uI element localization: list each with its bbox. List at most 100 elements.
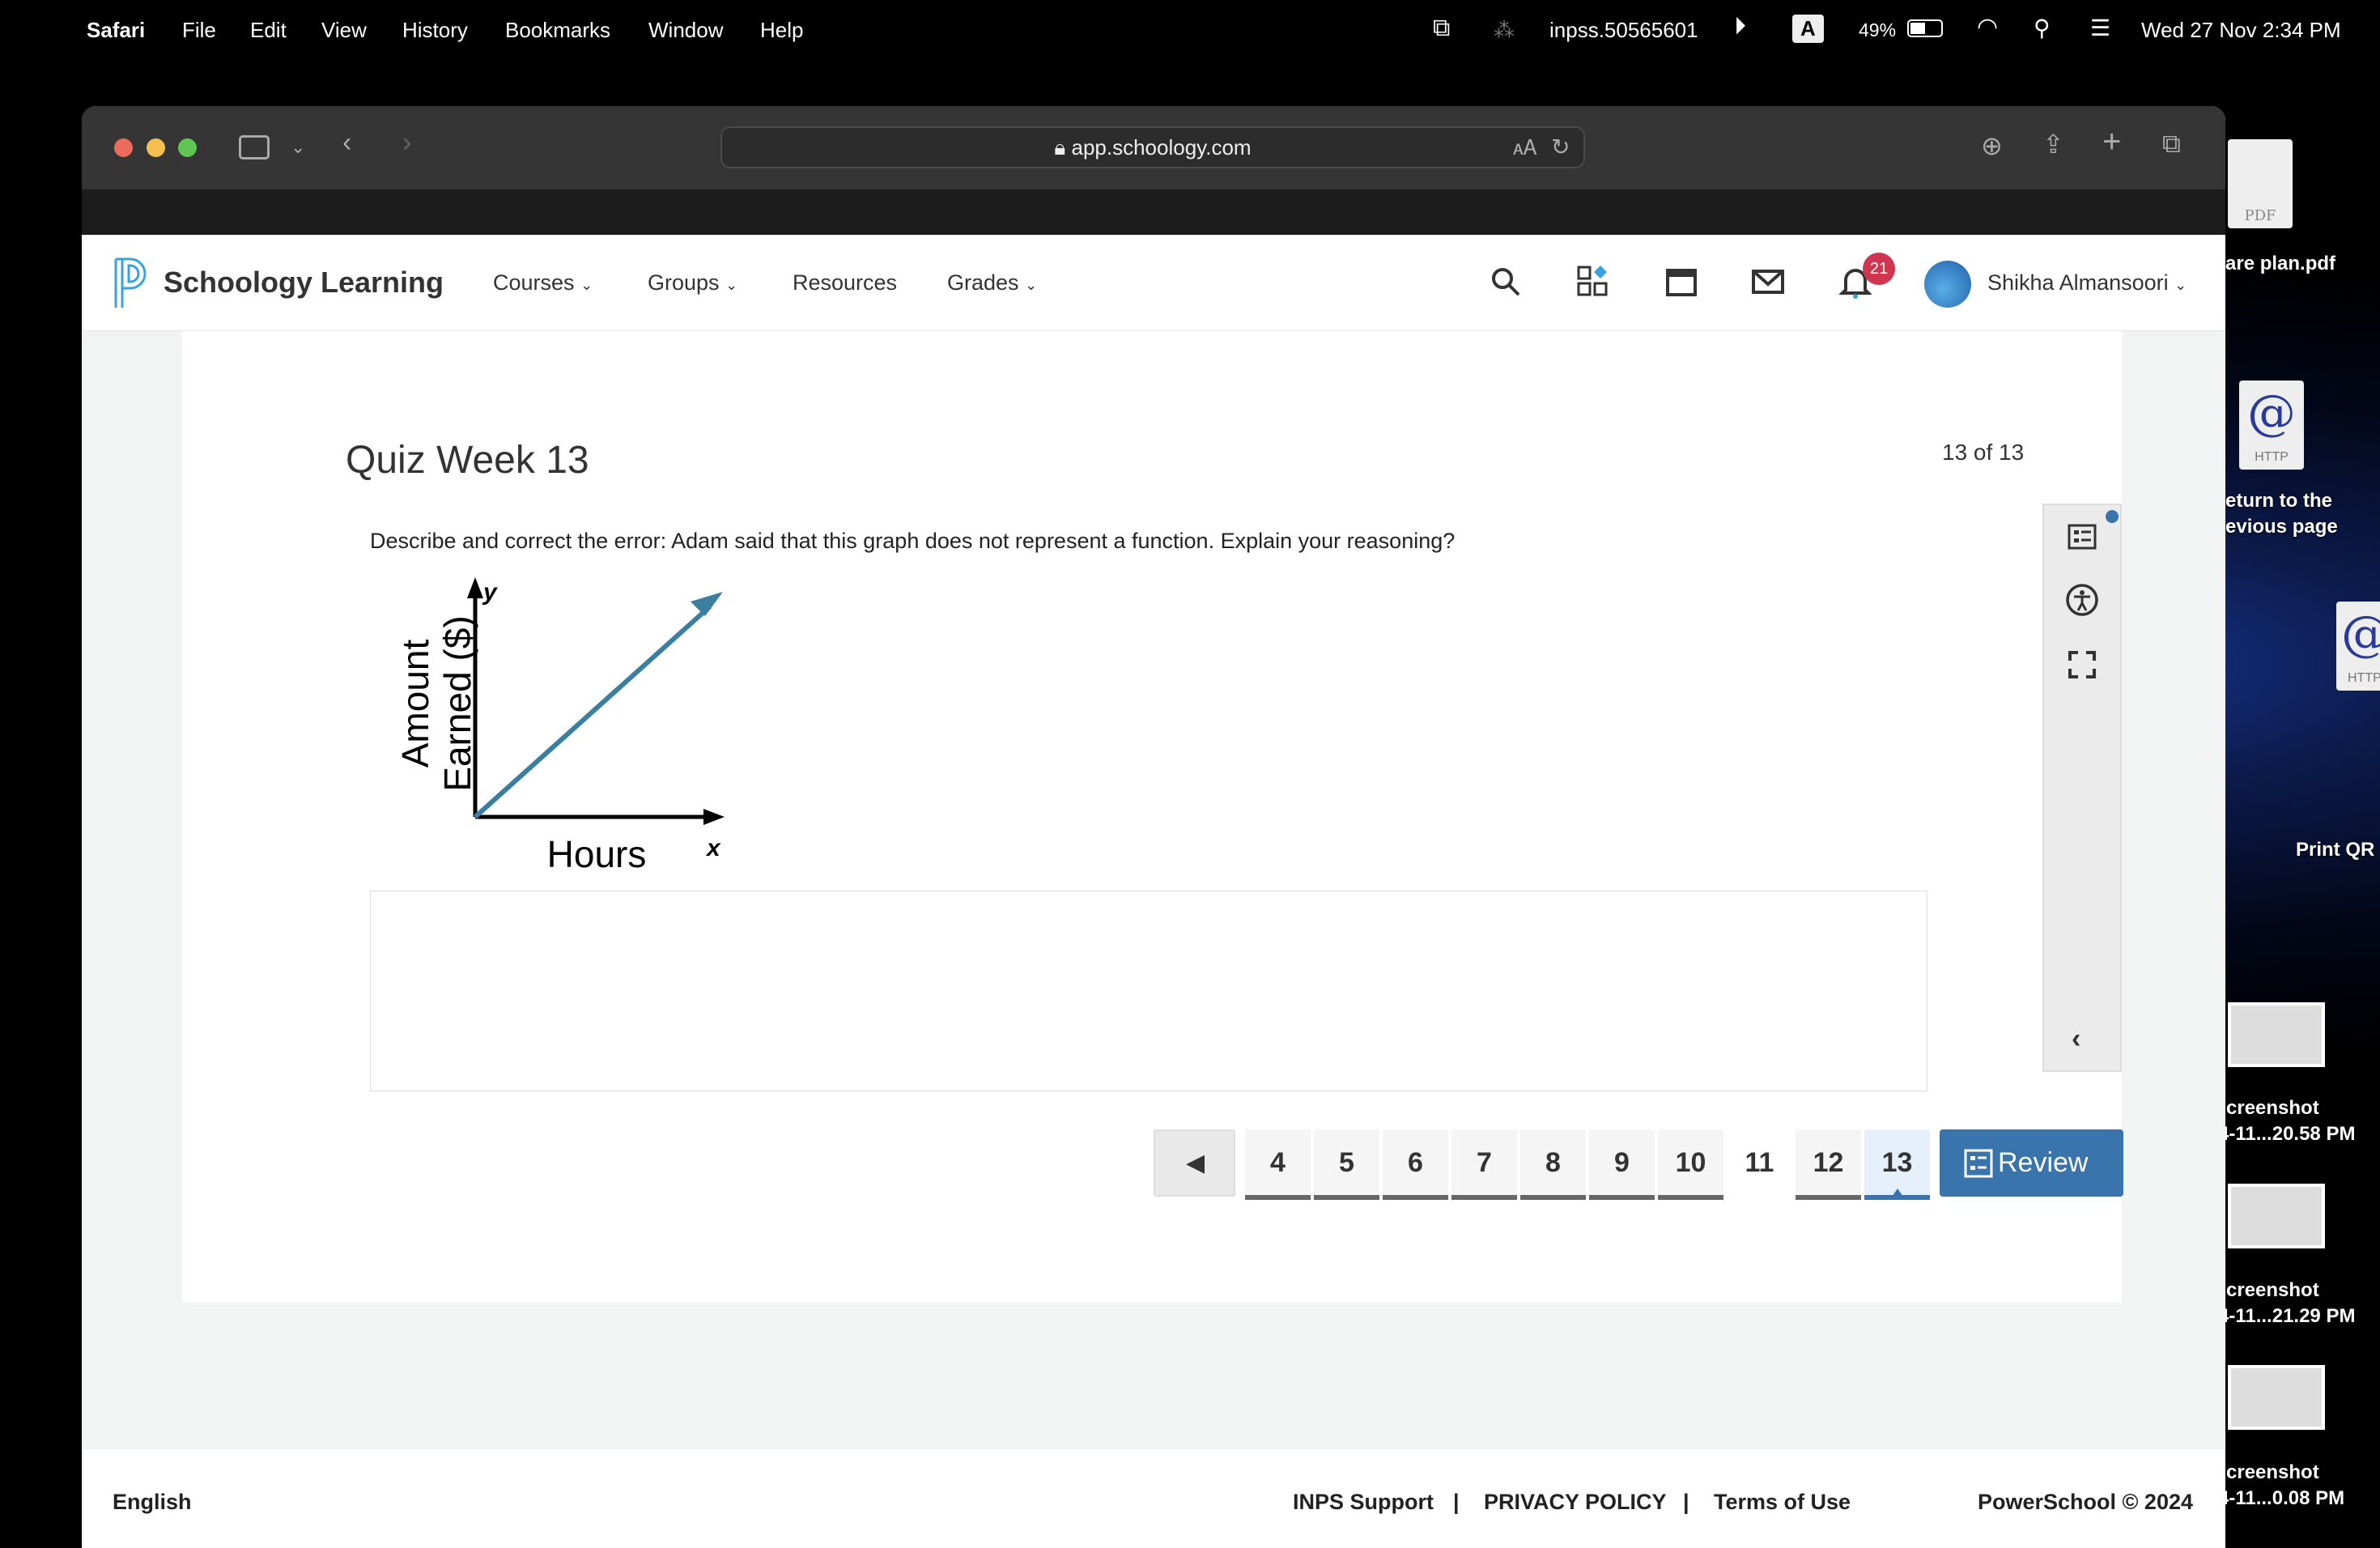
answer-input[interactable]: [370, 891, 1927, 1091]
desktop-label[interactable]: Screenshot: [2213, 1461, 2319, 1484]
menu-help[interactable]: Help: [760, 18, 803, 43]
support-link[interactable]: INPS Support: [1293, 1490, 1434, 1515]
clock[interactable]: Wed 27 Nov 2:34 PM: [2141, 18, 2341, 43]
input-source-icon[interactable]: A: [1792, 15, 1824, 43]
terms-link[interactable]: Terms of Use: [1714, 1490, 1851, 1515]
page-5-button[interactable]: 5: [1314, 1129, 1379, 1200]
schoology-logo-icon[interactable]: [113, 257, 150, 309]
x-axis: [475, 809, 725, 825]
accessibility-icon[interactable]: [2065, 583, 2099, 617]
desktop-label[interactable]: are plan.pdf: [2225, 253, 2335, 275]
page-10-button[interactable]: 10: [1658, 1129, 1723, 1200]
page-11-button[interactable]: 11: [1727, 1129, 1792, 1197]
avatar[interactable]: [1924, 261, 1971, 308]
page-7-button[interactable]: 7: [1451, 1129, 1517, 1200]
desktop-label[interactable]: 4-11...21.29 PM: [2218, 1305, 2355, 1328]
page-number: 10: [1675, 1147, 1706, 1178]
forward-icon[interactable]: ›: [402, 127, 411, 159]
review-button[interactable]: Review: [1940, 1129, 2123, 1197]
zoom-window-button[interactable]: [178, 138, 197, 157]
user-menu[interactable]: Shikha Almansoori ⌄: [1987, 270, 2187, 296]
desktop-label[interactable]: Screenshot: [2213, 1279, 2319, 1302]
desktop-label[interactable]: Print QR: [2296, 839, 2374, 861]
translate-icon[interactable]: 🗚: [1513, 135, 1536, 161]
activity-icon[interactable]: ⁂: [1494, 18, 1515, 43]
page-8-button[interactable]: 8: [1520, 1129, 1586, 1200]
close-window-button[interactable]: [114, 138, 133, 157]
nav-grades[interactable]: Grades ⌄: [947, 270, 1037, 296]
page-9-button[interactable]: 9: [1589, 1129, 1655, 1200]
menu-view[interactable]: View: [321, 18, 367, 43]
browser-window: ⌄ ‹ › 🔒︎ app.schoology.com 🗚 ↻ ⊕ ⇪ + ⧉ S…: [82, 106, 2225, 1548]
nav-groups[interactable]: Groups ⌄: [648, 270, 737, 296]
screenshot-thumbnail[interactable]: [2228, 1365, 2325, 1430]
status-dot: [2106, 510, 2119, 523]
calendar-icon[interactable]: [1664, 264, 1699, 300]
at-sign-glyph: @: [2247, 385, 2296, 441]
mail-icon[interactable]: [1750, 264, 1786, 300]
menu-edit[interactable]: Edit: [250, 18, 287, 43]
back-icon[interactable]: ‹: [342, 127, 351, 159]
menu-app-name[interactable]: Safari: [87, 18, 145, 43]
share-icon[interactable]: ⇪: [2042, 129, 2064, 159]
screen-mirror-icon[interactable]: ⧉: [1433, 15, 1450, 42]
menu-window[interactable]: Window: [648, 18, 723, 43]
menu-file[interactable]: File: [182, 18, 216, 43]
menu-history[interactable]: History: [402, 18, 468, 43]
new-tab-icon[interactable]: +: [2102, 124, 2121, 160]
nav-resources[interactable]: Resources: [793, 270, 897, 296]
answered-indicator: [1314, 1195, 1379, 1200]
battery-percent: 49%: [1859, 19, 1897, 40]
browser-toolbar: ⌄ ‹ › 🔒︎ app.schoology.com 🗚 ↻ ⊕ ⇪ + ⧉: [82, 106, 2225, 189]
address-bar[interactable]: 🔒︎ app.schoology.com: [720, 126, 1585, 168]
chevron-down-icon[interactable]: ⌄: [291, 137, 305, 158]
privacy-link[interactable]: PRIVACY POLICY: [1484, 1490, 1667, 1515]
menu-bookmarks[interactable]: Bookmarks: [505, 18, 610, 43]
page-13-button[interactable]: 13: [1864, 1129, 1930, 1200]
desktop-label[interactable]: Screenshot: [2213, 1097, 2319, 1120]
minimize-window-button[interactable]: [147, 138, 165, 157]
function-line: [473, 592, 723, 819]
wifi-icon[interactable]: ◠: [1977, 13, 1998, 41]
nav-courses[interactable]: Courses ⌄: [493, 270, 593, 296]
sidebar-toggle-icon[interactable]: [239, 135, 270, 159]
user-id[interactable]: inpss.50565601: [1549, 18, 1698, 43]
apps-icon[interactable]: [1575, 264, 1611, 300]
page-number: 4: [1270, 1147, 1286, 1178]
previous-page-button[interactable]: ◀: [1154, 1129, 1235, 1197]
copyright: PowerSchool © 2024: [1978, 1490, 2193, 1514]
fullscreen-icon[interactable]: [2067, 649, 2097, 680]
http-file-icon[interactable]: @ HTTP: [2336, 602, 2380, 691]
brand-name[interactable]: Schoology Learning: [164, 266, 444, 300]
screenshot-thumbnail[interactable]: [2228, 1002, 2325, 1067]
reload-icon[interactable]: ↻: [1551, 134, 1570, 160]
page-6-button[interactable]: 6: [1383, 1129, 1448, 1200]
quiz-tools-panel: ‹: [2042, 504, 2122, 1072]
answered-indicator: [1451, 1195, 1517, 1200]
pdf-file-icon[interactable]: PDF: [2228, 139, 2293, 228]
desktop-label[interactable]: evious page: [2225, 516, 2338, 538]
desktop-label[interactable]: 4-11...20.58 PM: [2218, 1123, 2355, 1146]
download-icon[interactable]: ⊕: [1981, 130, 2003, 161]
page-number: 7: [1477, 1147, 1492, 1178]
play-icon[interactable]: ⏵: [1734, 13, 1746, 40]
y-axis-label-line2: Earned ($): [436, 615, 478, 791]
screenshot-thumbnail[interactable]: [2228, 1184, 2325, 1248]
battery-icon[interactable]: [1907, 19, 1943, 37]
search-icon[interactable]: [1488, 264, 1524, 300]
collapse-panel-icon[interactable]: ‹: [2072, 1023, 2080, 1055]
desktop-label[interactable]: eturn to the: [2225, 490, 2332, 512]
control-center-icon[interactable]: ☰: [2090, 15, 2110, 41]
language-selector[interactable]: English: [113, 1490, 192, 1515]
question-counter: 13 of 13: [1942, 440, 2025, 465]
http-file-icon[interactable]: @ HTTP: [2239, 381, 2304, 470]
spotlight-icon[interactable]: ⚲: [2034, 15, 2051, 41]
page-12-button[interactable]: 12: [1796, 1129, 1861, 1200]
http-icon-caption: HTTP: [2255, 450, 2289, 464]
footer: English INPS Support | PRIVACY POLICY | …: [82, 1449, 2225, 1548]
question-list-icon[interactable]: [2067, 521, 2097, 552]
tab-overview-icon[interactable]: ⧉: [2162, 129, 2181, 159]
page-4-button[interactable]: 4: [1245, 1129, 1311, 1200]
menu-bar: Safari File Edit View History Bookmarks …: [0, 0, 2380, 58]
desktop-label[interactable]: 4-11...0.08 PM: [2218, 1487, 2344, 1510]
